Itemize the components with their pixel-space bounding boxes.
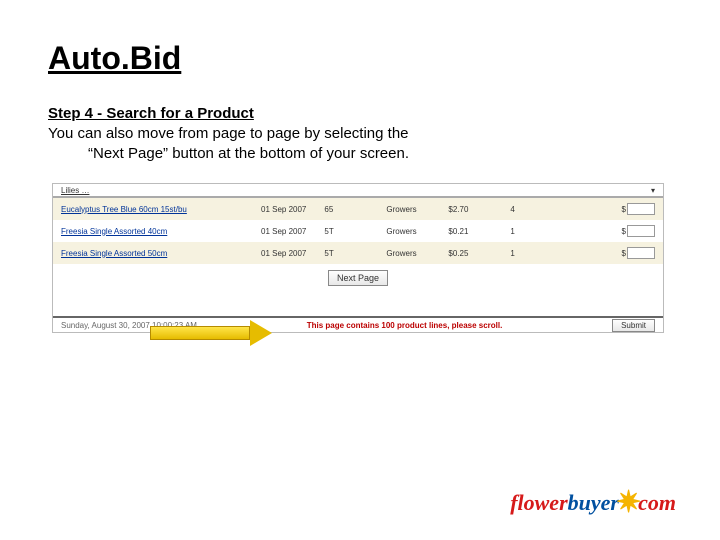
cell-qty: 65 (324, 205, 368, 214)
submit-button[interactable]: Submit (612, 319, 655, 332)
logo-buyer: buyer (568, 490, 619, 516)
step-line-1: You can also move from page to page by s… (48, 125, 409, 142)
arrow-shaft (150, 326, 250, 340)
cell-grade: Growers (386, 227, 430, 236)
arrow-head-icon (250, 320, 272, 346)
bid-input-group: $ (622, 225, 655, 237)
table-row: Freesia Single Assorted 50cm 01 Sep 2007… (53, 242, 663, 264)
cell-qty: 5T (324, 249, 368, 258)
cell-price: $0.25 (448, 249, 492, 258)
next-page-container: Next Page (53, 264, 663, 316)
cell-date: 01 Sep 2007 (261, 249, 306, 258)
cell-grade: Growers (386, 249, 430, 258)
callout-arrow (150, 320, 272, 346)
step-description: You can also move from page to page by s… (48, 124, 672, 163)
cell-date: 01 Sep 2007 (261, 205, 306, 214)
bid-input-group: $ (622, 203, 655, 215)
bid-input[interactable] (627, 225, 655, 237)
cell-grade: Growers (386, 205, 430, 214)
partial-row-tail: ▾ (651, 186, 655, 195)
bid-input[interactable] (627, 247, 655, 259)
cell-units: 4 (510, 205, 554, 214)
cell-price: $0.21 (448, 227, 492, 236)
cell-price: $2.70 (448, 205, 492, 214)
bid-input[interactable] (627, 203, 655, 215)
row-cells: 01 Sep 2007 5T Growers $0.21 1 (261, 227, 554, 236)
table-row: Freesia Single Assorted 40cm 01 Sep 2007… (53, 220, 663, 242)
logo-com: com (638, 490, 676, 516)
product-link[interactable]: Freesia Single Assorted 40cm (61, 227, 261, 236)
row-cells: 01 Sep 2007 65 Growers $2.70 4 (261, 205, 554, 214)
logo-flower: flower (510, 490, 567, 516)
status-bar: Sunday, August 30, 2007 10:00:23 AM This… (53, 316, 663, 332)
product-name-partial: Lilies … (61, 186, 89, 195)
cell-units: 1 (510, 227, 554, 236)
table-row-partial: Lilies … ▾ (53, 184, 663, 198)
next-page-button[interactable]: Next Page (328, 270, 388, 286)
bid-input-group: $ (622, 247, 655, 259)
cell-units: 1 (510, 249, 554, 258)
row-cells: 01 Sep 2007 5T Growers $0.25 1 (261, 249, 554, 258)
embedded-screenshot: Lilies … ▾ Eucalyptus Tree Blue 60cm 15s… (52, 183, 664, 333)
cell-date: 01 Sep 2007 (261, 227, 306, 236)
page-title: Auto.Bid (48, 40, 672, 77)
step-line-2: “Next Page” button at the bottom of your… (48, 144, 672, 164)
product-link[interactable]: Eucalyptus Tree Blue 60cm 15st/bu (61, 205, 261, 214)
table-row: Eucalyptus Tree Blue 60cm 15st/bu 01 Sep… (53, 198, 663, 220)
cell-qty: 5T (324, 227, 368, 236)
product-link[interactable]: Freesia Single Assorted 50cm (61, 249, 261, 258)
step-heading: Step 4 - Search for a Product (48, 105, 672, 122)
flowerbuyer-logo: flowerbuyer✷com (510, 485, 676, 520)
